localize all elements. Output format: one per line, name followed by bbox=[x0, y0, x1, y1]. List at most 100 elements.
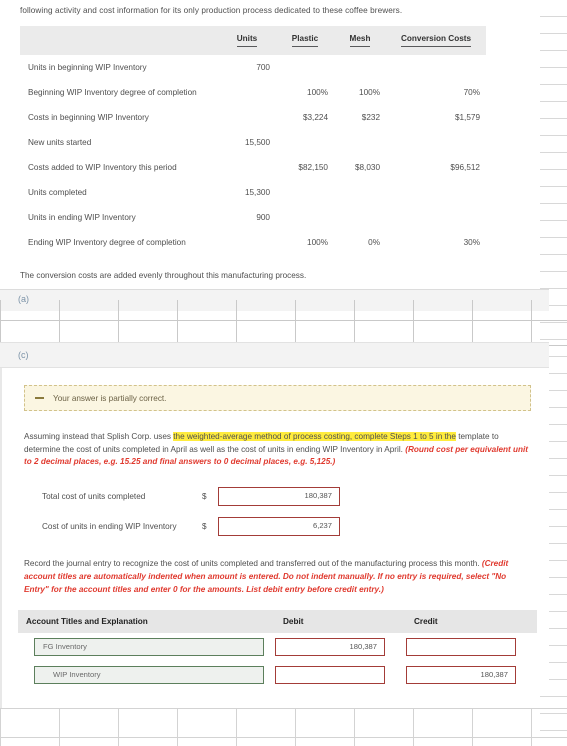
cell-units: 900 bbox=[256, 213, 270, 223]
table-row: Units completed 15,300 bbox=[20, 180, 486, 205]
answer-row-ending-wip-cost: Cost of units in ending WIP Inventory $ … bbox=[42, 517, 549, 537]
cell-conversion bbox=[386, 180, 486, 205]
debit-amount-input-row1[interactable]: 180,387 bbox=[275, 638, 385, 657]
col-header-mesh: Mesh bbox=[334, 26, 386, 55]
cell-conversion: 70% bbox=[463, 88, 480, 98]
col-header-mesh-label: Mesh bbox=[349, 34, 371, 48]
table-row: FG Inventory 180,387 bbox=[18, 633, 537, 661]
row-label: Units completed bbox=[28, 188, 87, 198]
row-label: Costs in beginning WIP Inventory bbox=[28, 113, 149, 123]
credit-amount-input-row1[interactable] bbox=[406, 638, 516, 657]
cell-mesh: 100% bbox=[359, 88, 380, 98]
row-label: New units started bbox=[28, 138, 92, 148]
page-root: following activity and cost information … bbox=[0, 0, 567, 746]
journal-account-cell: WIP Inventory bbox=[18, 661, 275, 689]
cost-table-container: Units Plastic Mesh Conversion Costs Unit… bbox=[0, 17, 567, 255]
cell-mesh: $232 bbox=[361, 113, 380, 123]
conversion-costs-note: The conversion costs are added evenly th… bbox=[20, 271, 307, 281]
journal-col-header-credit: Credit bbox=[414, 617, 438, 627]
page-content: following activity and cost information … bbox=[0, 0, 567, 280]
answer-label: Cost of units in ending WIP Inventory bbox=[42, 522, 177, 532]
cell-conversion: $1,579 bbox=[454, 113, 480, 123]
minus-icon bbox=[35, 396, 44, 400]
cell-mesh bbox=[334, 205, 386, 230]
account-title-select-row1[interactable]: FG Inventory bbox=[34, 638, 264, 657]
cell-plastic: 100% bbox=[307, 238, 328, 248]
status-alert-message: Your answer is partially correct. bbox=[53, 393, 167, 403]
cost-table-header: Units Plastic Mesh Conversion Costs bbox=[20, 26, 486, 56]
row-label: Costs added to WIP Inventory this period bbox=[28, 163, 177, 173]
cell-plastic bbox=[276, 130, 334, 155]
instruction-text: Assuming instead that Splish Corp. uses … bbox=[24, 431, 531, 469]
cell-conversion bbox=[386, 55, 486, 80]
cell-plastic bbox=[276, 205, 334, 230]
col-header-plastic-label: Plastic bbox=[291, 34, 319, 48]
journal-table-header: Account Titles and Explanation Debit Cre… bbox=[18, 610, 537, 634]
col-header-plastic: Plastic bbox=[276, 26, 334, 55]
journal-credit-cell: 180,387 bbox=[406, 661, 537, 689]
spreadsheet-grid-overlay-top bbox=[0, 300, 567, 346]
table-row: Beginning WIP Inventory degree of comple… bbox=[20, 80, 486, 105]
intro-paragraph: following activity and cost information … bbox=[20, 6, 403, 15]
cell-units: 15,500 bbox=[244, 138, 270, 148]
journal-instruction-black: Record the journal entry to recognize th… bbox=[24, 559, 480, 569]
answer-fields-group: Total cost of units completed $ 180,387 … bbox=[42, 487, 549, 537]
cell-conversion: $96,512 bbox=[450, 163, 480, 173]
cost-information-table: Units Plastic Mesh Conversion Costs Unit… bbox=[20, 26, 486, 255]
journal-header-row: Account Titles and Explanation Debit Cre… bbox=[18, 610, 537, 634]
table-row: Costs in beginning WIP Inventory $3,224 … bbox=[20, 105, 486, 130]
cell-units: 700 bbox=[256, 63, 270, 73]
currency-symbol: $ bbox=[202, 522, 207, 532]
cell-conversion: 30% bbox=[463, 238, 480, 248]
row-label: Units in ending WIP Inventory bbox=[28, 213, 136, 223]
section-c-header[interactable]: (c) bbox=[0, 342, 549, 368]
cost-table-body: Units in beginning WIP Inventory 700 Beg… bbox=[20, 55, 486, 255]
answer-row-total-cost-completed: Total cost of units completed $ 180,387 bbox=[42, 487, 549, 507]
row-label: Beginning WIP Inventory degree of comple… bbox=[28, 88, 197, 98]
answer-label: Total cost of units completed bbox=[42, 492, 146, 502]
journal-table-body: FG Inventory 180,387 WIP Inventory 180,3… bbox=[18, 633, 537, 689]
credit-amount-input-row2[interactable]: 180,387 bbox=[406, 666, 516, 685]
cost-ending-wip-inventory-input[interactable]: 6,237 bbox=[218, 517, 340, 537]
account-title-select-row2[interactable]: WIP Inventory bbox=[34, 666, 264, 685]
journal-col-header-account: Account Titles and Explanation bbox=[26, 617, 148, 627]
cell-plastic bbox=[276, 180, 334, 205]
table-row: Units in ending WIP Inventory 900 bbox=[20, 205, 486, 230]
journal-entry-table: Account Titles and Explanation Debit Cre… bbox=[18, 610, 537, 689]
col-header-units: Units bbox=[218, 26, 276, 55]
journal-debit-cell: 180,387 bbox=[275, 633, 406, 661]
spreadsheet-grid-overlay-bottom bbox=[0, 708, 567, 746]
row-label: Ending WIP Inventory degree of completio… bbox=[28, 238, 186, 248]
cell-units bbox=[218, 80, 276, 105]
row-label: Units in beginning WIP Inventory bbox=[28, 63, 147, 73]
table-row: New units started 15,500 bbox=[20, 130, 486, 155]
cell-mesh bbox=[334, 130, 386, 155]
section-c-label: (c) bbox=[18, 350, 29, 360]
cell-mesh: 0% bbox=[368, 238, 380, 248]
instruction-part1: Assuming instead that Splish Corp. uses bbox=[24, 432, 174, 441]
cell-plastic: $3,224 bbox=[302, 113, 328, 123]
col-header-conversion-costs: Conversion Costs bbox=[386, 26, 486, 55]
table-row: Ending WIP Inventory degree of completio… bbox=[20, 230, 486, 255]
cell-plastic bbox=[276, 55, 334, 80]
journal-account-cell: FG Inventory bbox=[18, 633, 275, 661]
currency-symbol: $ bbox=[202, 492, 207, 502]
cell-mesh bbox=[334, 55, 386, 80]
cell-mesh bbox=[334, 180, 386, 205]
section-c-body: Your answer is partially correct. Assumi… bbox=[0, 368, 549, 692]
journal-debit-cell bbox=[275, 661, 406, 689]
col-header-conversion-costs-label: Conversion Costs bbox=[400, 34, 472, 48]
cell-units bbox=[218, 230, 276, 255]
cell-units: 15,300 bbox=[244, 188, 270, 198]
table-row: Costs added to WIP Inventory this period… bbox=[20, 155, 486, 180]
section-c-left-border bbox=[0, 368, 2, 708]
status-alert: Your answer is partially correct. bbox=[24, 385, 531, 411]
total-cost-units-completed-input[interactable]: 180,387 bbox=[218, 487, 340, 507]
table-row: Units in beginning WIP Inventory 700 bbox=[20, 55, 486, 80]
instruction-highlight: the weighted-average method of process c… bbox=[173, 432, 456, 441]
cell-plastic: 100% bbox=[307, 88, 328, 98]
cell-conversion bbox=[386, 205, 486, 230]
debit-amount-input-row2[interactable] bbox=[275, 666, 385, 685]
table-row: WIP Inventory 180,387 bbox=[18, 661, 537, 689]
cell-units bbox=[218, 105, 276, 130]
